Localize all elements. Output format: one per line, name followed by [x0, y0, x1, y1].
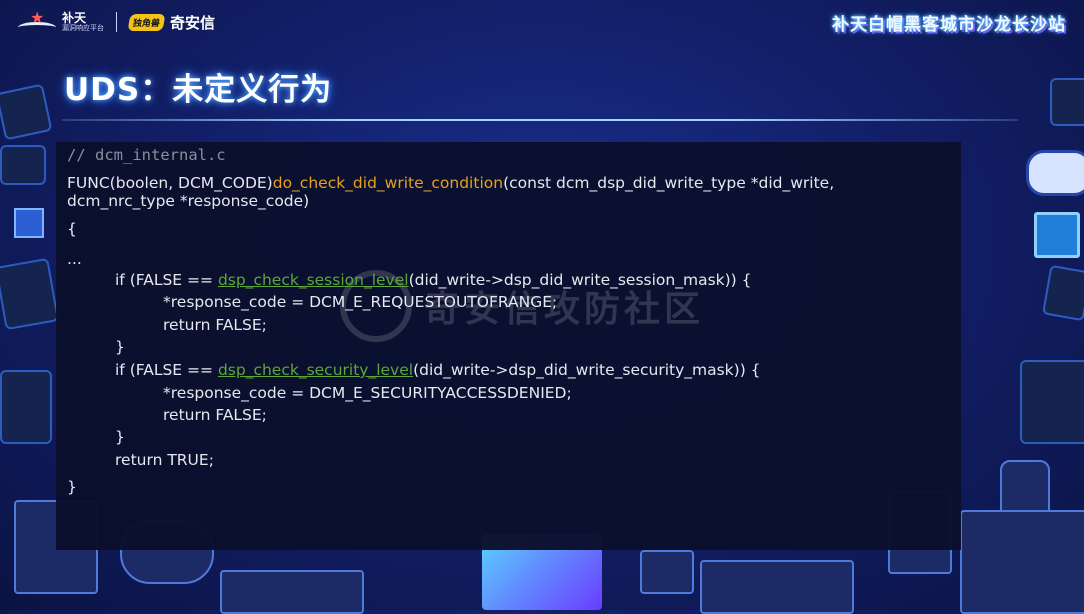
code-if-prefix: if (FALSE ==: [115, 361, 218, 379]
code-line: return TRUE;: [115, 451, 214, 469]
code-line: *response_code = DCM_E_REQUESTOUTOFRANGE…: [163, 293, 558, 311]
decor-device-left: [0, 145, 46, 185]
code-func-name: do_check_did_write_condition: [272, 174, 504, 192]
event-title: 补天白帽黑客城市沙龙长沙站: [832, 15, 1066, 35]
qianxin-name: 奇安信: [170, 13, 216, 32]
code-line: return FALSE;: [163, 316, 267, 334]
decor-panel-left-2: [0, 370, 52, 444]
camera-icon: [1026, 150, 1084, 196]
decor-panel-left: [0, 257, 60, 331]
decor-device-right: [1050, 78, 1084, 126]
code-line: }: [115, 338, 125, 356]
butian-name: 补天: [62, 10, 87, 25]
code-line-session-check: if (FALSE == dsp_check_session_level(did…: [115, 270, 752, 290]
code-line: return FALSE;: [163, 406, 267, 424]
decor-laptop-left: [0, 83, 53, 141]
slide-title: UDS：未定义行为: [64, 72, 333, 108]
decor-panel-right: [1041, 264, 1084, 322]
decor-keyboard-right: [700, 560, 854, 614]
code-if-prefix: if (FALSE ==: [115, 271, 218, 289]
butian-brand: 补天 漏洞响应平台: [62, 12, 104, 33]
butian-logo-icon: ★: [18, 10, 56, 34]
code-comment: // dcm_internal.c: [67, 146, 226, 164]
decor-keyboard-left: [220, 570, 364, 614]
butian-subtitle: 漏洞响应平台: [62, 23, 104, 32]
top-bar: ★ 补天 漏洞响应平台 独角兽 奇安信 补天白帽黑客城市沙龙长沙站: [0, 0, 1084, 44]
code-line: }: [67, 478, 77, 496]
chip-icon: [1034, 212, 1080, 258]
code-security-args: (did_write->dsp_did_write_security_mask)…: [413, 361, 761, 379]
code-line-security-check: if (FALSE == dsp_check_security_level(di…: [115, 360, 761, 380]
chip-icon: [14, 208, 44, 238]
code-line: ...: [67, 250, 82, 268]
code-line: }: [115, 428, 125, 446]
code-line: {: [67, 220, 77, 238]
decor-screen-right: [960, 510, 1084, 614]
decor-server-right: [1020, 360, 1084, 444]
logo-divider: [116, 12, 117, 32]
brand-logos: ★ 补天 漏洞响应平台 独角兽 奇安信: [18, 10, 215, 34]
code-line-func-signature: FUNC(boolen, DCM_CODE)do_check_did_write…: [67, 173, 834, 193]
decor-device-center-right: [640, 550, 694, 594]
title-divider: [62, 119, 1018, 121]
code-line: *response_code = DCM_E_SECURITYACCESSDEN…: [163, 384, 572, 402]
code-security-fn: dsp_check_security_level: [217, 361, 414, 379]
code-session-args: (did_write->dsp_did_write_session_mask))…: [408, 271, 752, 289]
code-func-prefix: FUNC(boolen, DCM_CODE): [67, 174, 273, 192]
code-session-fn: dsp_check_session_level: [217, 271, 409, 289]
code-line: dcm_nrc_type *response_code): [67, 192, 310, 210]
unicorn-badge: 独角兽: [127, 13, 166, 31]
code-func-args: (const dcm_dsp_did_write_type *did_write…: [503, 174, 835, 192]
